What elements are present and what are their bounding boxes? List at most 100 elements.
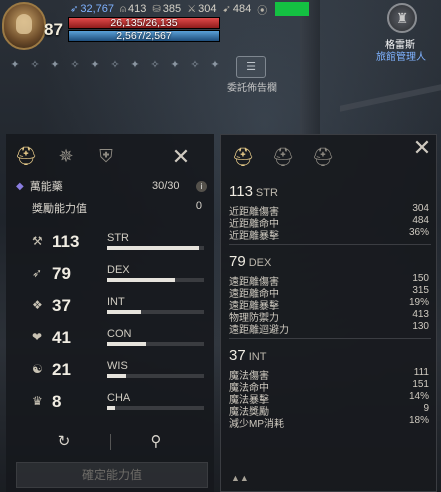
stat-progress-fill xyxy=(107,278,175,282)
resource-value: 32,767 xyxy=(80,3,115,15)
buff-icon[interactable]: ✦ xyxy=(48,58,62,72)
detail-line-label: 遠距離迴避力 xyxy=(229,325,289,336)
magnifier-icon[interactable]: ⚲ xyxy=(146,432,166,452)
detail-block-dex: 79 DEX 遠距離傷害 150 遠距離命中 315 遠距離暴擊 19% 物理防禦力 413 遠距離… xyxy=(229,253,431,336)
tab-stats-icon[interactable]: ⛑ xyxy=(12,142,40,170)
resource-4: ➹ 484 xyxy=(222,3,251,15)
detail-line-value: 111 xyxy=(413,367,429,378)
buff-icon[interactable]: ✧ xyxy=(148,58,162,72)
resource-value: 385 xyxy=(162,3,182,15)
scroll-more-icon[interactable]: ▲▲ xyxy=(231,473,249,483)
detail-line: 近距離暴擊 36% xyxy=(229,227,431,242)
stat-progress-fill xyxy=(107,246,200,250)
elixir-gem-icon: ◆ xyxy=(16,180,24,192)
resource-3: ⚔ 304 xyxy=(187,3,216,15)
hp-text: 26,135/26,135 xyxy=(110,17,178,29)
bottom-icon-row: ↻ ⚲ xyxy=(6,432,214,454)
mp-bar: 2,567/2,567 xyxy=(68,30,220,42)
detail-block-header: 37 INT xyxy=(229,347,431,367)
stat-row-con[interactable]: ❤ 41 CON xyxy=(6,326,214,358)
stat-progress-fill xyxy=(107,342,146,346)
detail-line-value: 413 xyxy=(412,309,429,320)
detail-line-value: 150 xyxy=(412,273,429,284)
npc-avatar[interactable]: ♜ xyxy=(387,3,417,33)
resource-value: 413 xyxy=(128,3,147,15)
stat-progress-fill xyxy=(107,406,115,410)
stat-icon-cha: ♛ xyxy=(32,394,43,408)
blue-feather-icon: ➶ xyxy=(70,3,79,15)
stat-progress-track xyxy=(107,246,204,250)
elixir-row: ◆ 萬能藥 30/30 i xyxy=(16,178,207,194)
stat-name: STR xyxy=(107,232,129,244)
stats-panel: ⛑ ✵ ⛨ ✕ ◆ 萬能藥 30/30 i 獎勵能力值 0 ⚒ 113 STR ➶ 79 DE… xyxy=(6,134,214,492)
detail-line: 減少MP消耗 18% xyxy=(229,415,431,430)
stat-progress-track xyxy=(107,406,204,410)
stat-row-wis[interactable]: ☯ 21 WIS xyxy=(6,358,214,390)
reset-icon[interactable]: ↻ xyxy=(54,432,74,452)
stat-icon-con: ❤ xyxy=(32,330,43,344)
block-divider xyxy=(229,338,431,339)
detail-line: 魔法傷害 111 xyxy=(229,367,431,382)
buff-icon[interactable]: ✦ xyxy=(128,58,142,72)
buff-icon[interactable]: ✦ xyxy=(8,58,22,72)
detail-stat-abbr: INT xyxy=(248,351,267,363)
detail-line-value: 484 xyxy=(412,215,429,226)
stat-value: 8 xyxy=(52,392,62,411)
buff-icon[interactable]: ✧ xyxy=(108,58,122,72)
info-icon[interactable]: i xyxy=(196,180,207,192)
confirm-stats-button[interactable]: 確定能力值 xyxy=(16,462,208,488)
detail-stat-abbr: DEX xyxy=(248,257,272,269)
stat-row-str[interactable]: ⚒ 113 STR xyxy=(6,230,214,262)
stat-detail-panel: ⛑ ⛑ ⛑ ✕ 113 STR 近距離傷害 304 近距離命中 484 近距離暴擊 36% 79 DE… xyxy=(220,134,437,492)
tab-helmet-2-icon[interactable]: ⛑ xyxy=(269,143,297,171)
status-indicator xyxy=(275,2,310,16)
detail-line: 遠距離傷害 150 xyxy=(229,273,431,288)
detail-line: 遠距離迴避力 130 xyxy=(229,321,431,336)
stat-icon-str: ⚒ xyxy=(32,234,43,248)
buff-icon[interactable]: ✧ xyxy=(68,58,82,72)
detail-line-value: 304 xyxy=(412,203,429,214)
detail-tab-row: ⛑ ⛑ ⛑ xyxy=(221,139,429,175)
stat-row-int[interactable]: ❖ 37 INT xyxy=(6,294,214,326)
tab-helmet-3-icon[interactable]: ⛑ xyxy=(309,143,337,171)
detail-block-header: 113 STR xyxy=(229,183,431,203)
buff-icon[interactable]: ✦ xyxy=(208,58,222,72)
buff-icon[interactable]: ✦ xyxy=(168,58,182,72)
resource-1: ⍝ 413 xyxy=(120,3,146,15)
stat-row-dex[interactable]: ➶ 79 DEX xyxy=(6,262,214,294)
tab-helmet-1-icon[interactable]: ⛑ xyxy=(229,143,257,171)
detail-line-value: 315 xyxy=(412,285,429,296)
stat-progress-fill xyxy=(107,310,141,314)
stat-progress-track xyxy=(107,342,204,346)
stat-progress-track xyxy=(107,374,204,378)
detail-line-value: 151 xyxy=(412,379,429,390)
detail-line: 魔法獎勵 9 xyxy=(229,403,431,418)
close-icon[interactable]: ✕ xyxy=(170,146,192,168)
detail-line-label: 近距離暴擊 xyxy=(229,231,279,242)
bonus-value: 0 xyxy=(195,200,202,212)
quest-board-icon[interactable]: ☰ xyxy=(236,56,266,78)
sword-icon: ⚔ xyxy=(187,3,197,15)
buff-icon[interactable]: ✧ xyxy=(188,58,202,72)
coin-stack-icon: ⛁ xyxy=(152,3,161,15)
resource-2: ⛁ 385 xyxy=(152,3,181,15)
stat-value: 37 xyxy=(52,296,71,315)
buff-icon[interactable]: ✦ xyxy=(88,58,102,72)
resource-value: 304 xyxy=(198,3,217,15)
stat-progress-fill xyxy=(107,374,127,378)
buff-icon[interactable]: ✧ xyxy=(28,58,42,72)
tab-skills-icon[interactable]: ✵ xyxy=(52,142,80,170)
buff-row: ✦ ✧ ✦ ✧ ✦ ✧ ✦ ✧ ✦ ✧ ✦ xyxy=(8,58,222,72)
stat-icon-wis: ☯ xyxy=(32,362,43,376)
detail-line: 遠距離暴擊 19% xyxy=(229,297,431,312)
detail-stat-abbr: STR xyxy=(255,187,278,199)
detail-block-header: 79 DEX xyxy=(229,253,431,273)
npc-role: 旅館管理人 xyxy=(376,52,426,63)
stat-row-cha[interactable]: ♛ 8 CHA xyxy=(6,390,214,422)
resource-value: 484 xyxy=(232,3,252,15)
tab-equipment-icon[interactable]: ⛨ xyxy=(92,142,120,170)
bow-icon: ➹ xyxy=(222,3,231,15)
character-portrait[interactable] xyxy=(2,2,46,50)
resource-row: ➶ 32,767 ⍝ 413 ⛁ 385 ⚔ 304 ➹ 484 ⦿ xyxy=(70,2,310,17)
close-icon[interactable]: ✕ xyxy=(411,137,433,159)
